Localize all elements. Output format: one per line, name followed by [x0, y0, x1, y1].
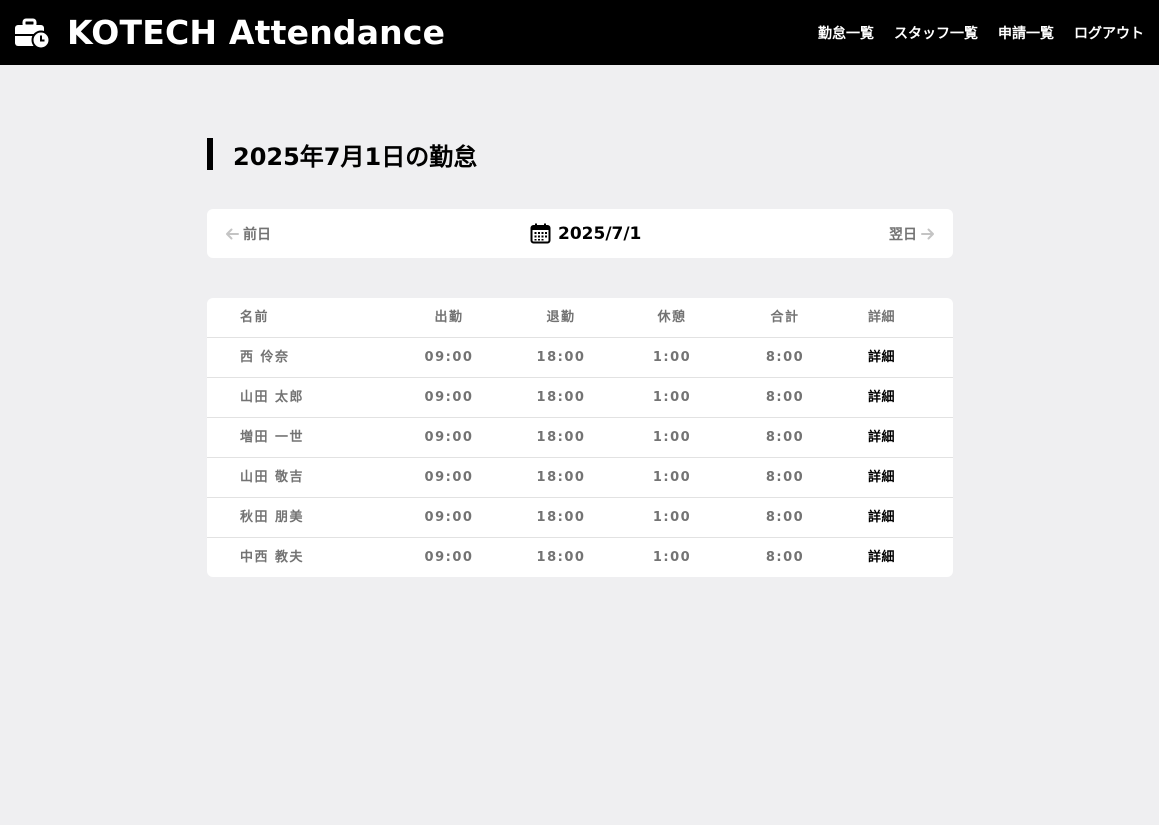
cell-total: 8:00: [765, 430, 805, 445]
cell-clock-out: 18:00: [536, 510, 586, 525]
arrow-right-icon: [921, 228, 934, 239]
calendar-icon: [530, 223, 551, 244]
main-nav: 勤怠一覧 スタッフ一覧 申請一覧 ログアウト: [798, 0, 1144, 65]
header-name: 名前: [240, 310, 270, 325]
cell-break: 1:00: [652, 510, 692, 525]
cell-break: 1:00: [652, 430, 692, 445]
nav-attendance-list[interactable]: 勤怠一覧: [818, 23, 874, 43]
cell-clock-in: 09:00: [424, 550, 474, 565]
header-clock-out: 退勤: [546, 310, 576, 325]
current-date-picker[interactable]: 2025/7/1: [530, 209, 641, 258]
cell-clock-out: 18:00: [536, 350, 586, 365]
arrow-left-icon: [226, 228, 239, 239]
cell-total: 8:00: [765, 470, 805, 485]
brand[interactable]: KOTECH Attendance: [14, 0, 445, 65]
table-row: 秋田 朋美 09:00 18:00 1:00 8:00 詳細: [207, 498, 953, 538]
cell-name: 増田 一世: [240, 430, 305, 445]
prev-day-label: 前日: [243, 226, 271, 243]
current-date-label: 2025/7/1: [558, 223, 642, 244]
cell-total: 8:00: [765, 390, 805, 405]
cell-total: 8:00: [765, 350, 805, 365]
cell-clock-in: 09:00: [424, 350, 474, 365]
page-title-block: 2025年7月1日の勤怠: [207, 138, 478, 171]
next-day-button[interactable]: 翌日: [889, 209, 935, 258]
table-row: 山田 太郎 09:00 18:00 1:00 8:00 詳細: [207, 378, 953, 418]
cell-clock-in: 09:00: [424, 430, 474, 445]
app-title: KOTECH Attendance: [67, 13, 446, 52]
prev-day-button[interactable]: 前日: [225, 209, 271, 258]
app-header: KOTECH Attendance 勤怠一覧 スタッフ一覧 申請一覧 ログアウト: [0, 0, 1159, 65]
nav-request-list[interactable]: 申請一覧: [998, 23, 1054, 43]
detail-link[interactable]: 詳細: [868, 538, 895, 577]
cell-break: 1:00: [652, 350, 692, 365]
detail-link[interactable]: 詳細: [868, 338, 895, 377]
cell-clock-out: 18:00: [536, 390, 586, 405]
table-header-row: 名前 出勤 退勤 休憩 合計 詳細: [207, 298, 953, 338]
cell-clock-in: 09:00: [424, 390, 474, 405]
cell-name: 山田 敬吉: [240, 470, 305, 485]
table-row: 中西 教夫 09:00 18:00 1:00 8:00 詳細: [207, 538, 953, 577]
cell-name: 中西 教夫: [240, 550, 305, 565]
header-total: 合計: [770, 310, 800, 325]
cell-clock-in: 09:00: [424, 470, 474, 485]
cell-total: 8:00: [765, 550, 805, 565]
detail-link[interactable]: 詳細: [868, 458, 895, 497]
cell-clock-out: 18:00: [536, 550, 586, 565]
cell-name: 西 伶奈: [240, 350, 290, 365]
page-title: 2025年7月1日の勤怠: [233, 142, 478, 171]
cell-name: 山田 太郎: [240, 390, 305, 405]
header-clock-in: 出勤: [434, 310, 464, 325]
cell-break: 1:00: [652, 550, 692, 565]
briefcase-clock-icon: [15, 18, 50, 49]
cell-clock-in: 09:00: [424, 510, 474, 525]
title-accent-bar: [207, 138, 213, 170]
detail-link[interactable]: 詳細: [868, 498, 895, 537]
table-row: 山田 敬吉 09:00 18:00 1:00 8:00 詳細: [207, 458, 953, 498]
cell-break: 1:00: [652, 470, 692, 485]
attendance-table: 名前 出勤 退勤 休憩 合計 詳細 西 伶奈 09:00 18:00 1:00 …: [207, 298, 953, 577]
header-break: 休憩: [657, 310, 687, 325]
cell-clock-out: 18:00: [536, 470, 586, 485]
detail-link[interactable]: 詳細: [868, 378, 895, 417]
detail-link[interactable]: 詳細: [868, 418, 895, 457]
cell-name: 秋田 朋美: [240, 510, 305, 525]
cell-clock-out: 18:00: [536, 430, 586, 445]
cell-break: 1:00: [652, 390, 692, 405]
header-detail: 詳細: [868, 310, 896, 325]
date-navigator: 前日 2025/7/1 翌日: [207, 209, 953, 258]
cell-total: 8:00: [765, 510, 805, 525]
table-row: 西 伶奈 09:00 18:00 1:00 8:00 詳細: [207, 338, 953, 378]
next-day-label: 翌日: [889, 226, 917, 243]
nav-staff-list[interactable]: スタッフ一覧: [894, 23, 978, 43]
table-row: 増田 一世 09:00 18:00 1:00 8:00 詳細: [207, 418, 953, 458]
nav-logout[interactable]: ログアウト: [1074, 23, 1144, 43]
